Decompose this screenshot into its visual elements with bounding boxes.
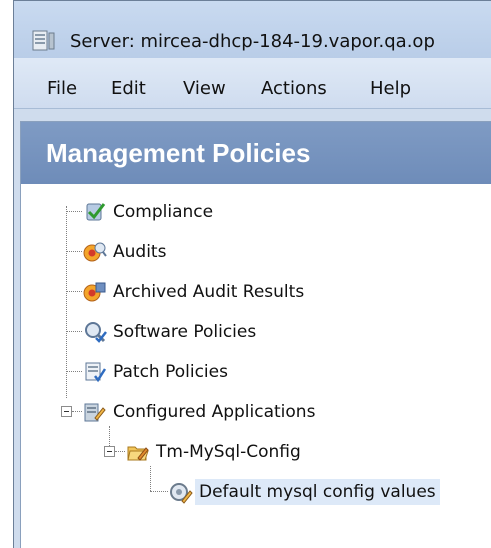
tree-item-audits[interactable]: Audits xyxy=(83,236,166,268)
panel-header: Management Policies xyxy=(21,122,491,184)
archived-audit-icon xyxy=(83,282,106,302)
menu-edit[interactable]: Edit xyxy=(111,78,146,99)
menu-file[interactable]: File xyxy=(47,78,77,99)
menu-view[interactable]: View xyxy=(183,78,226,99)
panel-title: Management Policies xyxy=(46,138,311,168)
application-window: Server: mircea-dhcp-184-19.vapor.qa.op F… xyxy=(13,0,491,548)
tree-label: Default mysql config values xyxy=(195,479,440,505)
patch-policy-icon xyxy=(85,362,107,383)
menu-help[interactable]: Help xyxy=(370,78,411,99)
management-policies-panel: Management Policies Compliance Audits Ar… xyxy=(20,121,491,548)
tree-label: Archived Audit Results xyxy=(113,282,305,302)
server-app-icon xyxy=(32,30,55,51)
tree-label: Audits xyxy=(113,242,167,262)
menu-bar: File Edit View Actions Help xyxy=(14,58,491,109)
policy-tree: Compliance Audits Archived Audit Results… xyxy=(21,184,491,548)
tree-item-patch-policies[interactable]: Patch Policies xyxy=(83,356,228,388)
tree-item-archived-audit-results[interactable]: Archived Audit Results xyxy=(83,276,304,308)
tree-item-configured-applications[interactable]: Configured Applications xyxy=(83,396,315,428)
menu-actions[interactable]: Actions xyxy=(261,78,327,99)
audit-icon xyxy=(83,242,107,262)
config-values-icon xyxy=(170,483,193,504)
tree-item-tm-mysql-config[interactable]: Tm-MySql-Config xyxy=(126,436,301,468)
tree-item-compliance[interactable]: Compliance xyxy=(83,196,213,228)
collapse-configured-applications[interactable] xyxy=(61,406,72,417)
configured-apps-icon xyxy=(84,403,106,422)
tree-label: Patch Policies xyxy=(113,362,228,382)
window-title: Server: mircea-dhcp-184-19.vapor.qa.op xyxy=(70,31,435,52)
tree-item-default-mysql-config-values[interactable]: Default mysql config values xyxy=(169,476,440,508)
tree-label: Software Policies xyxy=(113,322,257,342)
collapse-tm-mysql-config[interactable] xyxy=(104,446,115,457)
folder-config-icon xyxy=(127,446,149,461)
tree-label: Configured Applications xyxy=(113,402,316,422)
compliance-check-icon xyxy=(86,203,106,221)
title-bar[interactable]: Server: mircea-dhcp-184-19.vapor.qa.op xyxy=(14,1,491,58)
tree-label: Compliance xyxy=(113,202,214,222)
software-policy-icon xyxy=(85,322,107,343)
tree-item-software-policies[interactable]: Software Policies xyxy=(83,316,256,348)
tree-label: Tm-MySql-Config xyxy=(156,442,301,462)
